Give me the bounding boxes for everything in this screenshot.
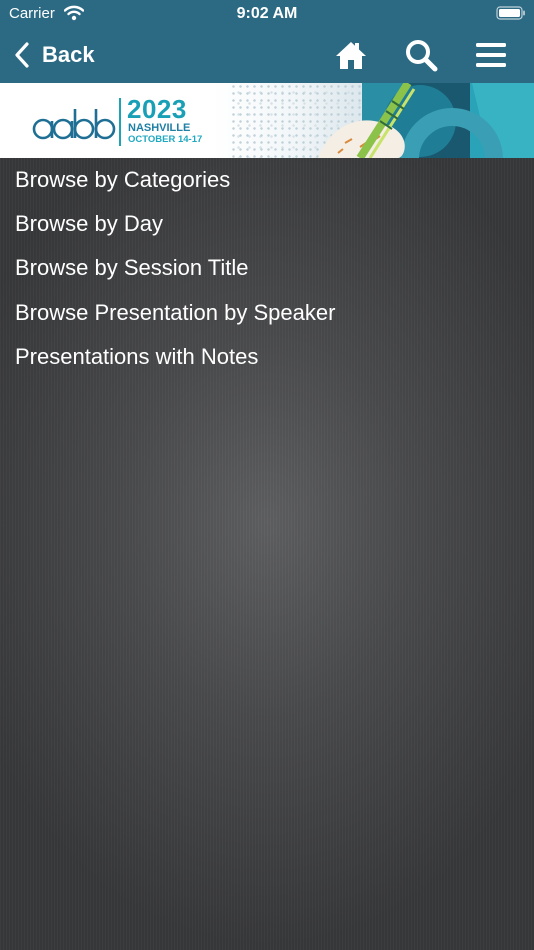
logo-dates: OCTOBER 14-17	[128, 134, 203, 145]
menu-item-browse-by-day[interactable]: Browse by Day	[0, 202, 534, 246]
conference-banner: 2023 NASHVILLE OCTOBER 14-17	[0, 83, 534, 158]
nav-bar: Back	[0, 28, 534, 83]
aabb-logo-icon	[32, 109, 116, 140]
header: Carrier 9:02 AM Back	[0, 0, 534, 83]
hamburger-menu-icon	[476, 43, 506, 67]
status-bar: Carrier 9:02 AM	[0, 0, 534, 28]
logo-city: NASHVILLE	[128, 122, 191, 134]
menu-item-presentations-with-notes[interactable]: Presentations with Notes	[0, 335, 534, 379]
back-button[interactable]: Back	[14, 38, 95, 72]
browse-menu-panel: Browse by Categories Browse by Day Brows…	[0, 158, 534, 950]
status-time: 9:02 AM	[236, 5, 298, 22]
app-screen: Carrier 9:02 AM Back 2023 NASHVILLE OCTO…	[0, 0, 534, 950]
menu-item-browse-by-categories[interactable]: Browse by Categories	[0, 158, 534, 202]
search-button[interactable]	[404, 38, 438, 72]
chevron-left-icon	[15, 42, 29, 68]
menu-button[interactable]	[474, 38, 508, 72]
menu-item-browse-by-session-title[interactable]: Browse by Session Title	[0, 246, 534, 290]
home-icon	[336, 42, 366, 69]
logo-divider	[119, 98, 121, 146]
home-button[interactable]	[334, 38, 368, 72]
browse-menu-list: Browse by Categories Browse by Day Brows…	[0, 158, 534, 379]
menu-item-browse-presentation-by-speaker[interactable]: Browse Presentation by Speaker	[0, 291, 534, 335]
logo-year: 2023	[127, 94, 187, 124]
back-label: Back	[42, 42, 95, 67]
search-icon	[406, 40, 438, 72]
battery-icon	[496, 6, 526, 20]
